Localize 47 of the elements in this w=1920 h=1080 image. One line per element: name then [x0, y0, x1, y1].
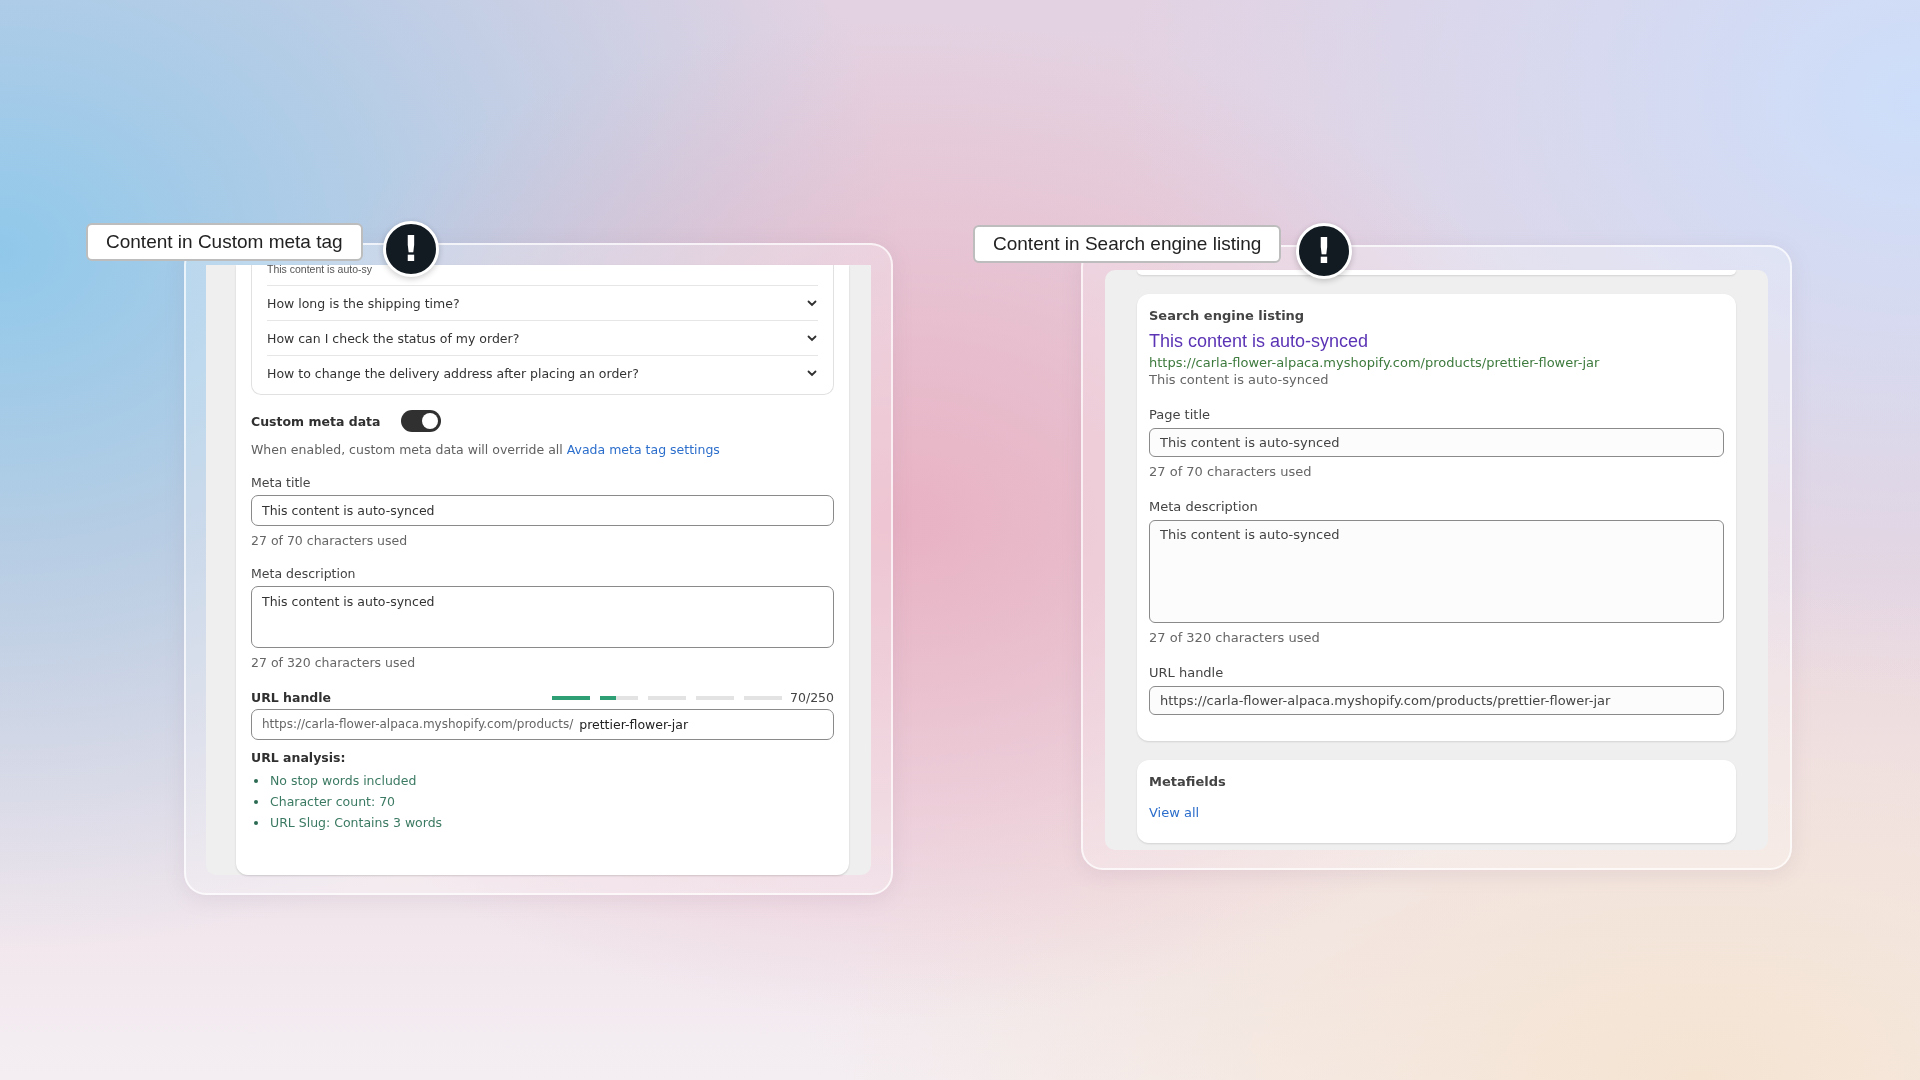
- meta-description-field[interactable]: This content is auto-synced: [251, 586, 834, 648]
- character-count: 27 of 70 characters used: [251, 533, 409, 548]
- faq-item[interactable]: How can I check the status of my order?: [267, 321, 818, 356]
- character-count: 27 of 320 characters used: [251, 655, 417, 670]
- faq-item[interactable]: How long is the shipping time?: [267, 286, 818, 321]
- meta-description-field[interactable]: This content is auto-synced: [1149, 520, 1724, 623]
- character-count: 27 of 70 characters used: [1149, 464, 1313, 479]
- faq-question: How can I check the status of my order?: [267, 330, 520, 346]
- analysis-item: URL Slug: Contains 3 words: [270, 815, 443, 830]
- faq-item[interactable]: How to change the delivery address after placing an order?: [267, 356, 818, 390]
- faq-question: How long is the shipping time?: [267, 295, 460, 311]
- field-label: URL handle: [1149, 665, 1225, 680]
- character-count: 27 of 320 characters used: [1149, 630, 1321, 645]
- field-label: Meta title: [251, 475, 312, 490]
- callout-label: Content in Custom meta tag: [86, 223, 363, 261]
- faq-answer: This content is auto-sy: [267, 265, 818, 286]
- section-heading: Metafields: [1149, 774, 1226, 789]
- preview-url: https://carla-flower-alpaca.myshopify.com/products/prettier-flower-jar: [1149, 355, 1601, 370]
- toggle-switch[interactable]: [400, 410, 441, 432]
- preview-description: This content is auto-synced: [1149, 372, 1330, 387]
- field-label: Meta description: [251, 566, 357, 581]
- bullet-icon: [254, 799, 258, 804]
- settings-link[interactable]: Avada meta tag settings: [566, 442, 720, 457]
- bullet-icon: [254, 778, 258, 783]
- field-label: URL handle: [251, 690, 332, 705]
- meta-title-field[interactable]: This content is auto-synced: [251, 495, 834, 526]
- field-label: Meta description: [1149, 499, 1259, 514]
- url-slug: prettier-flower-jar: [579, 717, 689, 732]
- toggle-label: Custom meta data: [251, 413, 381, 429]
- help-text: When enabled, custom meta data will override all Avada meta tag settings: [251, 442, 721, 457]
- page-title-field[interactable]: This content is auto-synced: [1149, 428, 1724, 457]
- alert-badge: !: [383, 221, 439, 277]
- analysis-item: Character count: 70: [270, 794, 396, 809]
- faq-question: How to change the delivery address after placing an order?: [267, 365, 639, 381]
- analysis-item: No stop words included: [270, 773, 417, 788]
- url-field[interactable]: https://carla-flower-alpaca.myshopify.com/products/ prettier-flower-jar: [251, 709, 834, 740]
- preview-title: This content is auto-synced: [1149, 331, 1370, 352]
- url-prefix: https://carla-flower-alpaca.myshopify.com/products/: [262, 717, 574, 732]
- field-label: Page title: [1149, 407, 1212, 422]
- alert-badge: !: [1296, 223, 1352, 279]
- view-all-link[interactable]: View all: [1149, 805, 1200, 820]
- analysis-heading: URL analysis:: [251, 750, 347, 765]
- callout-label: Content in Search engine listing: [973, 225, 1282, 263]
- url-field[interactable]: https://carla-flower-alpaca.myshopify.com/products/prettier-flower-jar: [1149, 686, 1724, 715]
- bullet-icon: [254, 820, 258, 825]
- length-reading: 70/250: [790, 690, 834, 705]
- section-heading: Search engine listing: [1149, 308, 1306, 323]
